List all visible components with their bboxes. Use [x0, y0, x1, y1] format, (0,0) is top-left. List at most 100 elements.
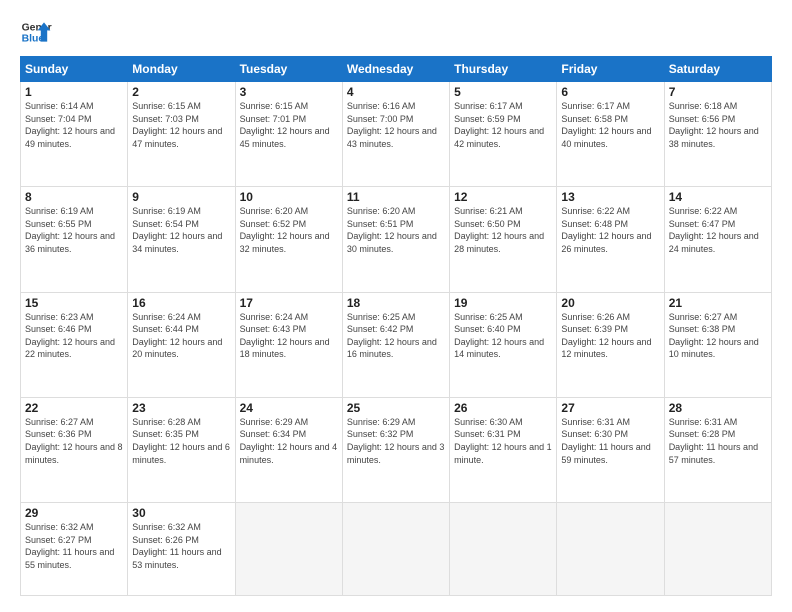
calendar-cell: 16Sunrise: 6:24 AMSunset: 6:44 PMDayligh… [128, 292, 235, 397]
weekday-header-monday: Monday [128, 57, 235, 82]
weekday-header-friday: Friday [557, 57, 664, 82]
weekday-header-tuesday: Tuesday [235, 57, 342, 82]
calendar-cell: 17Sunrise: 6:24 AMSunset: 6:43 PMDayligh… [235, 292, 342, 397]
calendar-cell: 22Sunrise: 6:27 AMSunset: 6:36 PMDayligh… [21, 397, 128, 502]
day-number: 26 [454, 401, 552, 415]
day-number: 29 [25, 506, 123, 520]
day-number: 21 [669, 296, 767, 310]
day-info: Sunrise: 6:29 AMSunset: 6:34 PMDaylight:… [240, 416, 338, 466]
day-number: 30 [132, 506, 230, 520]
calendar-cell: 10Sunrise: 6:20 AMSunset: 6:52 PMDayligh… [235, 187, 342, 292]
weekday-header-sunday: Sunday [21, 57, 128, 82]
day-number: 9 [132, 190, 230, 204]
calendar-cell: 21Sunrise: 6:27 AMSunset: 6:38 PMDayligh… [664, 292, 771, 397]
day-number: 28 [669, 401, 767, 415]
calendar-cell: 23Sunrise: 6:28 AMSunset: 6:35 PMDayligh… [128, 397, 235, 502]
page: General Blue SundayMondayTuesdayWednesda… [0, 0, 792, 612]
weekday-header-thursday: Thursday [450, 57, 557, 82]
day-info: Sunrise: 6:20 AMSunset: 6:52 PMDaylight:… [240, 205, 338, 255]
day-info: Sunrise: 6:19 AMSunset: 6:54 PMDaylight:… [132, 205, 230, 255]
day-info: Sunrise: 6:28 AMSunset: 6:35 PMDaylight:… [132, 416, 230, 466]
day-info: Sunrise: 6:19 AMSunset: 6:55 PMDaylight:… [25, 205, 123, 255]
day-info: Sunrise: 6:23 AMSunset: 6:46 PMDaylight:… [25, 311, 123, 361]
day-number: 20 [561, 296, 659, 310]
calendar-cell: 26Sunrise: 6:30 AMSunset: 6:31 PMDayligh… [450, 397, 557, 502]
day-number: 1 [25, 85, 123, 99]
weekday-header-wednesday: Wednesday [342, 57, 449, 82]
day-info: Sunrise: 6:20 AMSunset: 6:51 PMDaylight:… [347, 205, 445, 255]
day-number: 15 [25, 296, 123, 310]
day-number: 3 [240, 85, 338, 99]
calendar-cell: 24Sunrise: 6:29 AMSunset: 6:34 PMDayligh… [235, 397, 342, 502]
day-number: 25 [347, 401, 445, 415]
day-info: Sunrise: 6:24 AMSunset: 6:43 PMDaylight:… [240, 311, 338, 361]
calendar-cell: 11Sunrise: 6:20 AMSunset: 6:51 PMDayligh… [342, 187, 449, 292]
calendar-cell: 8Sunrise: 6:19 AMSunset: 6:55 PMDaylight… [21, 187, 128, 292]
day-info: Sunrise: 6:27 AMSunset: 6:36 PMDaylight:… [25, 416, 123, 466]
week-row-4: 22Sunrise: 6:27 AMSunset: 6:36 PMDayligh… [21, 397, 772, 502]
day-info: Sunrise: 6:16 AMSunset: 7:00 PMDaylight:… [347, 100, 445, 150]
calendar-cell: 13Sunrise: 6:22 AMSunset: 6:48 PMDayligh… [557, 187, 664, 292]
day-info: Sunrise: 6:15 AMSunset: 7:01 PMDaylight:… [240, 100, 338, 150]
day-info: Sunrise: 6:32 AMSunset: 6:27 PMDaylight:… [25, 521, 123, 571]
calendar-cell: 27Sunrise: 6:31 AMSunset: 6:30 PMDayligh… [557, 397, 664, 502]
day-info: Sunrise: 6:22 AMSunset: 6:47 PMDaylight:… [669, 205, 767, 255]
week-row-1: 1Sunrise: 6:14 AMSunset: 7:04 PMDaylight… [21, 82, 772, 187]
day-info: Sunrise: 6:17 AMSunset: 6:59 PMDaylight:… [454, 100, 552, 150]
calendar-cell: 5Sunrise: 6:17 AMSunset: 6:59 PMDaylight… [450, 82, 557, 187]
day-info: Sunrise: 6:26 AMSunset: 6:39 PMDaylight:… [561, 311, 659, 361]
day-info: Sunrise: 6:17 AMSunset: 6:58 PMDaylight:… [561, 100, 659, 150]
day-number: 6 [561, 85, 659, 99]
day-number: 7 [669, 85, 767, 99]
day-number: 2 [132, 85, 230, 99]
calendar-cell: 2Sunrise: 6:15 AMSunset: 7:03 PMDaylight… [128, 82, 235, 187]
calendar-cell: 3Sunrise: 6:15 AMSunset: 7:01 PMDaylight… [235, 82, 342, 187]
day-number: 23 [132, 401, 230, 415]
day-number: 13 [561, 190, 659, 204]
day-number: 11 [347, 190, 445, 204]
calendar-cell [235, 503, 342, 596]
day-info: Sunrise: 6:25 AMSunset: 6:42 PMDaylight:… [347, 311, 445, 361]
weekday-header-row: SundayMondayTuesdayWednesdayThursdayFrid… [21, 57, 772, 82]
calendar-cell [342, 503, 449, 596]
calendar-cell: 14Sunrise: 6:22 AMSunset: 6:47 PMDayligh… [664, 187, 771, 292]
day-info: Sunrise: 6:31 AMSunset: 6:28 PMDaylight:… [669, 416, 767, 466]
calendar-cell: 12Sunrise: 6:21 AMSunset: 6:50 PMDayligh… [450, 187, 557, 292]
weekday-header-saturday: Saturday [664, 57, 771, 82]
day-info: Sunrise: 6:22 AMSunset: 6:48 PMDaylight:… [561, 205, 659, 255]
day-info: Sunrise: 6:27 AMSunset: 6:38 PMDaylight:… [669, 311, 767, 361]
logo: General Blue [20, 16, 52, 48]
day-info: Sunrise: 6:15 AMSunset: 7:03 PMDaylight:… [132, 100, 230, 150]
calendar: SundayMondayTuesdayWednesdayThursdayFrid… [20, 56, 772, 596]
day-info: Sunrise: 6:31 AMSunset: 6:30 PMDaylight:… [561, 416, 659, 466]
week-row-5: 29Sunrise: 6:32 AMSunset: 6:27 PMDayligh… [21, 503, 772, 596]
calendar-cell [450, 503, 557, 596]
day-number: 17 [240, 296, 338, 310]
day-number: 16 [132, 296, 230, 310]
day-number: 18 [347, 296, 445, 310]
day-info: Sunrise: 6:21 AMSunset: 6:50 PMDaylight:… [454, 205, 552, 255]
week-row-2: 8Sunrise: 6:19 AMSunset: 6:55 PMDaylight… [21, 187, 772, 292]
header: General Blue [20, 16, 772, 48]
calendar-cell: 30Sunrise: 6:32 AMSunset: 6:26 PMDayligh… [128, 503, 235, 596]
day-info: Sunrise: 6:30 AMSunset: 6:31 PMDaylight:… [454, 416, 552, 466]
day-info: Sunrise: 6:14 AMSunset: 7:04 PMDaylight:… [25, 100, 123, 150]
calendar-cell [664, 503, 771, 596]
day-number: 19 [454, 296, 552, 310]
logo-icon: General Blue [20, 16, 52, 48]
calendar-cell: 29Sunrise: 6:32 AMSunset: 6:27 PMDayligh… [21, 503, 128, 596]
day-number: 10 [240, 190, 338, 204]
calendar-cell: 19Sunrise: 6:25 AMSunset: 6:40 PMDayligh… [450, 292, 557, 397]
day-number: 22 [25, 401, 123, 415]
day-info: Sunrise: 6:25 AMSunset: 6:40 PMDaylight:… [454, 311, 552, 361]
day-number: 12 [454, 190, 552, 204]
day-info: Sunrise: 6:29 AMSunset: 6:32 PMDaylight:… [347, 416, 445, 466]
calendar-cell: 7Sunrise: 6:18 AMSunset: 6:56 PMDaylight… [664, 82, 771, 187]
day-info: Sunrise: 6:18 AMSunset: 6:56 PMDaylight:… [669, 100, 767, 150]
calendar-cell [557, 503, 664, 596]
week-row-3: 15Sunrise: 6:23 AMSunset: 6:46 PMDayligh… [21, 292, 772, 397]
calendar-cell: 28Sunrise: 6:31 AMSunset: 6:28 PMDayligh… [664, 397, 771, 502]
day-number: 24 [240, 401, 338, 415]
day-number: 5 [454, 85, 552, 99]
calendar-cell: 6Sunrise: 6:17 AMSunset: 6:58 PMDaylight… [557, 82, 664, 187]
